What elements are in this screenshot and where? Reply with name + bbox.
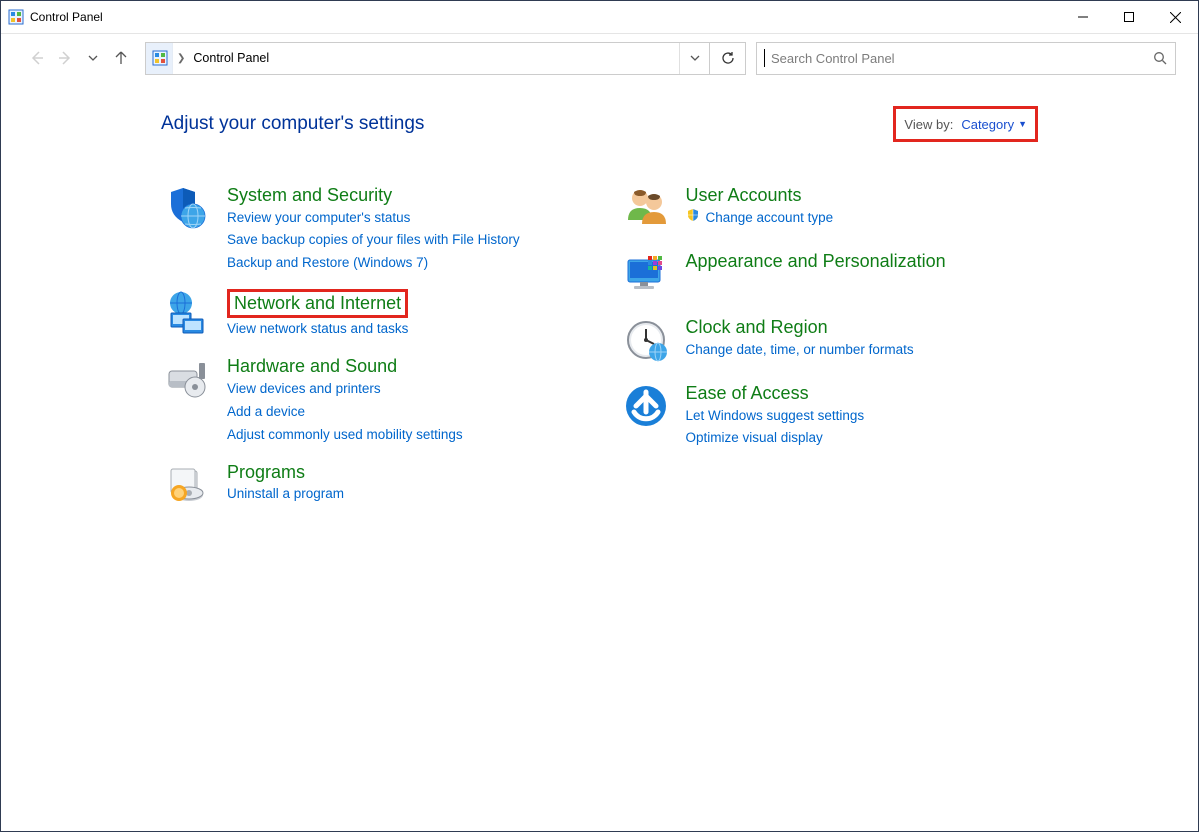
up-button[interactable] [107,42,135,74]
category-body: Network and InternetView network status … [227,289,408,341]
breadcrumb[interactable]: Control Panel [189,51,273,65]
forward-button[interactable] [51,42,79,74]
category-link[interactable]: View network status and tasks [227,318,408,341]
view-by-value: Category [961,117,1014,132]
category-item: System and SecurityReview your computer'… [161,184,580,275]
category-item: Network and InternetView network status … [161,289,580,341]
category-item: ProgramsUninstall a program [161,461,580,513]
category-title[interactable]: System and Security [227,185,392,205]
shield-globe-icon [161,184,213,236]
left-column: System and SecurityReview your computer'… [161,184,580,527]
category-title[interactable]: Network and Internet [227,289,408,318]
category-item: User AccountsChange account type [620,184,1039,236]
uac-shield-icon [686,207,700,230]
window-title: Control Panel [30,10,103,24]
address-icon [146,43,173,74]
category-body: ProgramsUninstall a program [227,461,344,513]
category-link[interactable]: Adjust commonly used mobility settings [227,424,463,447]
minimize-button[interactable] [1060,1,1106,33]
breadcrumb-separator-icon[interactable]: ❯ [173,53,189,64]
users-icon [620,184,672,236]
link-text: Adjust commonly used mobility settings [227,424,463,447]
category-title[interactable]: Appearance and Personalization [686,251,946,271]
category-body: Clock and RegionChange date, time, or nu… [686,316,914,368]
category-body: Hardware and SoundView devices and print… [227,355,463,446]
link-text: View network status and tasks [227,318,408,341]
network-icon [161,289,213,341]
link-text: Backup and Restore (Windows 7) [227,252,428,275]
category-item: Clock and RegionChange date, time, or nu… [620,316,1039,368]
clock-icon [620,316,672,368]
link-text: Review your computer's status [227,207,410,230]
search-box[interactable] [756,42,1176,75]
link-text: Add a device [227,401,305,424]
control-panel-icon [8,9,24,25]
category-link[interactable]: Let Windows suggest settings [686,405,865,428]
link-text: Optimize visual display [686,427,823,450]
category-link[interactable]: Uninstall a program [227,483,344,506]
view-by-label: View by: [904,117,953,132]
search-icon[interactable] [1145,51,1175,66]
programs-icon [161,461,213,513]
link-text: Change date, time, or number formats [686,339,914,362]
titlebar: Control Panel [1,1,1198,34]
category-title[interactable]: Clock and Region [686,317,828,337]
appearance-icon [620,250,672,302]
hardware-icon [161,355,213,407]
view-by-dropdown[interactable]: Category ▼ [961,117,1027,132]
content-header: Adjust your computer's settings View by:… [161,106,1038,142]
category-title[interactable]: Ease of Access [686,383,809,403]
content-area: Adjust your computer's settings View by:… [1,82,1198,831]
category-title[interactable]: Hardware and Sound [227,356,397,376]
search-input[interactable] [765,51,1145,66]
close-button[interactable] [1152,1,1198,33]
link-text: Save backup copies of your files with Fi… [227,229,520,252]
category-link[interactable]: Change date, time, or number formats [686,339,914,362]
category-link[interactable]: Save backup copies of your files with Fi… [227,229,520,252]
category-link[interactable]: Change account type [686,207,834,230]
maximize-button[interactable] [1106,1,1152,33]
address-history-button[interactable] [679,43,709,74]
ease-icon [620,382,672,434]
category-body: User AccountsChange account type [686,184,834,236]
category-title[interactable]: Programs [227,462,305,482]
category-body: Ease of AccessLet Windows suggest settin… [686,382,865,450]
category-link[interactable]: Backup and Restore (Windows 7) [227,252,520,275]
navigation-bar: ❯ Control Panel [1,34,1198,82]
dropdown-icon: ▼ [1018,119,1027,129]
right-column: User AccountsChange account type Appearan… [620,184,1039,527]
category-item: Appearance and Personalization [620,250,1039,302]
window-frame: Control Panel [0,0,1199,832]
category-columns: System and SecurityReview your computer'… [161,184,1038,527]
category-link[interactable]: Review your computer's status [227,207,520,230]
back-button[interactable] [23,42,51,74]
link-text: View devices and printers [227,378,381,401]
category-link[interactable]: Add a device [227,401,463,424]
refresh-button[interactable] [710,42,746,75]
window-controls [1060,1,1198,33]
recent-locations-button[interactable] [79,42,107,74]
category-link[interactable]: Optimize visual display [686,427,865,450]
category-link[interactable]: View devices and printers [227,378,463,401]
address-bar[interactable]: ❯ Control Panel [145,42,710,75]
view-by-highlight: View by: Category ▼ [893,106,1038,142]
category-body: System and SecurityReview your computer'… [227,184,520,275]
category-item: Ease of AccessLet Windows suggest settin… [620,382,1039,450]
category-item: Hardware and SoundView devices and print… [161,355,580,446]
page-heading: Adjust your computer's settings [161,113,424,135]
link-text: Change account type [706,207,834,230]
link-text: Uninstall a program [227,483,344,506]
link-text: Let Windows suggest settings [686,405,865,428]
category-title[interactable]: User Accounts [686,185,802,205]
category-body: Appearance and Personalization [686,250,946,302]
